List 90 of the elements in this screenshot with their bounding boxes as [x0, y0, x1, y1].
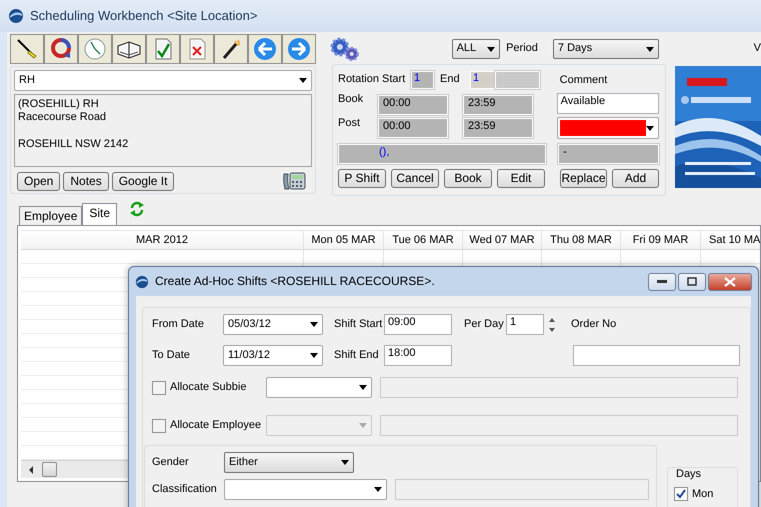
- shift-start-field[interactable]: 09:00: [384, 314, 452, 335]
- classification-dropdown[interactable]: [224, 479, 387, 500]
- site-dropdown[interactable]: RH: [14, 70, 312, 91]
- close-button[interactable]: [708, 272, 752, 290]
- checkbox[interactable]: [674, 487, 688, 502]
- rotation-button[interactable]: Edit: [497, 169, 545, 188]
- column-header: Mon 05 MAR: [304, 231, 384, 249]
- minimize-button[interactable]: [648, 272, 676, 290]
- days-title: Days: [674, 468, 704, 482]
- end-extra-field: [495, 71, 540, 89]
- post-to-field: 23:59: [463, 118, 533, 138]
- per-day-label: Per Day: [464, 318, 505, 332]
- day-label: Mon: [692, 488, 714, 501]
- clock-icon: [82, 36, 108, 62]
- address-line: ROSEHILL NSW 2142: [18, 138, 130, 152]
- edit-button[interactable]: [10, 34, 44, 64]
- scope-dropdown[interactable]: ALL: [452, 39, 500, 59]
- rotation-button[interactable]: Book: [444, 169, 492, 188]
- rotation-start-label: Rotation Start: [338, 73, 406, 87]
- shift-end-field[interactable]: 18:00: [384, 345, 452, 366]
- post-from-field: 00:00: [378, 118, 448, 138]
- rotation-button[interactable]: Add: [612, 169, 660, 188]
- status-field: -: [558, 144, 659, 164]
- order-no-label: Order No: [571, 318, 616, 332]
- rotation-button[interactable]: P Shift: [338, 169, 386, 188]
- app-icon: [8, 8, 24, 24]
- book-label: Book: [338, 93, 364, 107]
- tab[interactable]: Site: [82, 202, 118, 225]
- column-header: Tue 06 MAR: [384, 231, 463, 249]
- refresh-button[interactable]: [44, 34, 78, 64]
- scroll-thumb[interactable]: [42, 462, 57, 477]
- minimize-icon: [657, 280, 667, 284]
- tab[interactable]: Employee: [19, 206, 82, 225]
- close-icon: [724, 276, 736, 286]
- site-button[interactable]: Open: [17, 172, 60, 190]
- post-label: Post: [338, 117, 362, 131]
- allocation-dropdown[interactable]: [266, 377, 372, 398]
- end-field: 1: [470, 71, 495, 89]
- maximize-icon: [687, 277, 697, 286]
- book-button[interactable]: [112, 34, 146, 64]
- back-button[interactable]: [248, 34, 282, 64]
- order-no-field[interactable]: [573, 345, 740, 366]
- to-date-picker[interactable]: 11/03/12: [223, 345, 323, 366]
- comment-label: Comment: [558, 73, 608, 88]
- period-label: Period: [506, 42, 538, 56]
- shift-end-label: Shift End: [334, 348, 380, 362]
- column-header: Thu 08 MAR: [542, 231, 621, 249]
- maximize-button[interactable]: [678, 272, 706, 290]
- reject-button[interactable]: [180, 34, 214, 64]
- back-icon: [252, 36, 278, 62]
- from-date-label: From Date: [152, 318, 205, 332]
- color-dropdown[interactable]: [556, 117, 659, 139]
- to-date-label: To Date: [152, 348, 191, 362]
- checkbox[interactable]: [152, 380, 166, 394]
- dialog-title: Create Ad-Hoc Shifts <ROSEHILL RACECOURSE>.: [155, 274, 435, 289]
- address-line: (ROSEHILL) RH: [18, 98, 100, 112]
- book-to-field: 23:59: [463, 95, 533, 115]
- wand-button[interactable]: [214, 34, 248, 64]
- per-day-field[interactable]: 1: [506, 314, 544, 335]
- window-title: Scheduling Workbench <Site Location>: [30, 8, 258, 24]
- book-from-field: 00:00: [378, 95, 448, 115]
- site-button[interactable]: Notes: [63, 172, 109, 190]
- label: V: [754, 42, 761, 56]
- column-header: MAR 2012: [21, 231, 304, 249]
- phone-icon[interactable]: [282, 171, 306, 191]
- comment-field: Available: [556, 93, 659, 114]
- forward-icon: [286, 36, 312, 62]
- checkbox-label: Allocate Subbie: [170, 380, 246, 394]
- refresh-icon[interactable]: [129, 201, 146, 217]
- summary-field: (),: [338, 144, 546, 164]
- checkbox-label: Allocate Employee: [170, 418, 262, 432]
- end-label: End: [440, 73, 461, 87]
- rotation-button[interactable]: Replace: [560, 169, 608, 188]
- rotation-button[interactable]: Cancel: [391, 169, 439, 188]
- horizontal-scrollbar[interactable]: [21, 460, 131, 478]
- site-button[interactable]: Google It: [112, 172, 174, 190]
- from-date-picker[interactable]: 05/03/12: [223, 314, 323, 335]
- address-line: Racecourse Road: [18, 111, 108, 124]
- shift-start-label: Shift Start: [334, 318, 384, 332]
- gears-icon: [328, 35, 362, 63]
- gender-label: Gender: [152, 456, 190, 470]
- forward-button[interactable]: [282, 34, 316, 64]
- column-header: Wed 07 MAR: [463, 231, 542, 249]
- classification-label: Classification: [152, 482, 218, 496]
- rotation-start-field: 1: [411, 71, 434, 89]
- approve-button[interactable]: [146, 34, 180, 64]
- gender-dropdown[interactable]: Either: [224, 452, 354, 473]
- column-header: Fri 09 MAR: [621, 231, 701, 249]
- period-dropdown[interactable]: 7 Days: [552, 39, 659, 59]
- app-icon: [135, 274, 149, 288]
